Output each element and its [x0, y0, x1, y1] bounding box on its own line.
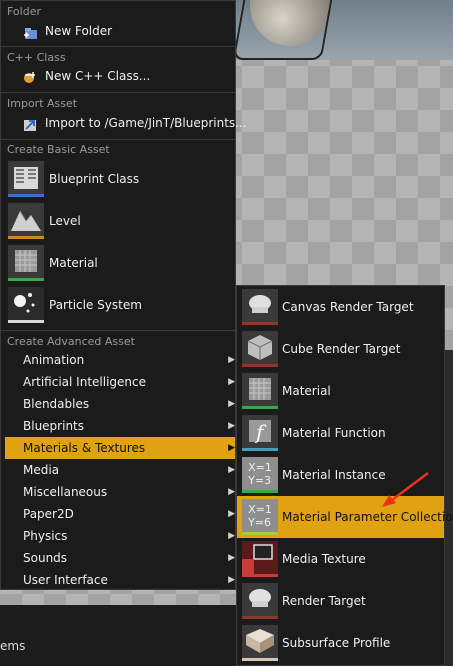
new-folder-icon	[23, 24, 39, 39]
separator	[1, 92, 235, 93]
advanced-item-animation[interactable]: Animation ▶	[5, 349, 235, 371]
material-instance-icon: X=1 Y=3	[242, 457, 278, 493]
canvas-render-target-label: Canvas Render Target	[282, 300, 414, 314]
import-asset-item[interactable]: Import to /Game/JinT/Blueprints...	[1, 111, 247, 135]
advanced-item-blueprints[interactable]: Blueprints ▶	[5, 415, 235, 437]
chevron-right-icon: ▶	[228, 377, 235, 387]
media-texture-icon	[242, 541, 278, 577]
chevron-right-icon: ▶	[228, 399, 235, 409]
section-header-folder: Folder	[7, 5, 41, 18]
advanced-item-label: Blendables	[23, 397, 90, 411]
material-item[interactable]: Material	[1, 243, 235, 285]
submenu-material-item[interactable]: Material	[237, 370, 444, 412]
blueprint-class-item[interactable]: Blueprint Class	[1, 159, 235, 201]
new-cpp-class-item[interactable]: New C++ Class...	[1, 64, 235, 88]
import-icon	[23, 116, 39, 131]
advanced-item-media[interactable]: Media ▶	[5, 459, 235, 481]
advanced-item-miscellaneous[interactable]: Miscellaneous ▶	[5, 481, 235, 503]
new-folder-item[interactable]: New Folder	[1, 19, 235, 43]
render-target-icon	[242, 583, 278, 619]
advanced-item-label: Miscellaneous	[23, 485, 108, 499]
chevron-right-icon: ▶	[228, 443, 235, 453]
advanced-item-sounds[interactable]: Sounds ▶	[5, 547, 235, 569]
material-instance-label: Material Instance	[282, 468, 386, 482]
advanced-item-physics[interactable]: Physics ▶	[5, 525, 235, 547]
advanced-item-label: Physics	[23, 529, 68, 543]
advanced-item-paper2d[interactable]: Paper2D ▶	[5, 503, 235, 525]
viewport-selection-frame	[232, 0, 333, 60]
chevron-right-icon: ▶	[228, 421, 235, 431]
advanced-item-label: Paper2D	[23, 507, 74, 521]
advanced-item-label: User Interface	[23, 573, 108, 587]
particle-system-item[interactable]: Particle System	[1, 285, 235, 327]
render-target-label: Render Target	[282, 594, 366, 608]
material-function-item[interactable]: f Material Function	[237, 412, 444, 454]
blueprint-class-icon	[8, 161, 44, 197]
canvas-render-target-icon	[242, 289, 278, 325]
separator	[1, 330, 235, 331]
chevron-right-icon: ▶	[228, 531, 235, 541]
material-label: Material	[49, 256, 98, 270]
section-header-import-asset: Import Asset	[7, 97, 78, 110]
advanced-item-user-interface[interactable]: User Interface ▶	[5, 569, 235, 591]
advanced-item-materials-textures[interactable]: Materials & Textures ▶	[5, 437, 235, 459]
media-texture-item[interactable]: Media Texture	[237, 538, 444, 580]
chevron-right-icon: ▶	[228, 553, 235, 563]
cube-render-target-item[interactable]: Cube Render Target	[237, 328, 444, 370]
import-to-label: Import to /Game/JinT/Blueprints...	[45, 116, 247, 130]
material-parameter-collection-glyph: X=1 Y=6	[248, 502, 272, 529]
material-function-label: Material Function	[282, 426, 386, 440]
section-header-advanced-asset: Create Advanced Asset	[7, 335, 135, 348]
advanced-item-label: Artificial Intelligence	[23, 375, 146, 389]
material-instance-glyph: X=1 Y=3	[248, 460, 272, 487]
cube-render-target-icon	[242, 331, 278, 367]
render-target-item[interactable]: Render Target	[237, 580, 444, 622]
cpp-class-icon	[23, 69, 39, 83]
subsurface-profile-item[interactable]: Subsurface Profile	[237, 622, 444, 664]
chevron-right-icon: ▶	[228, 509, 235, 519]
content-browser-context-menu: Folder New Folder C++ Class New C++ Clas…	[0, 0, 247, 591]
subsurface-profile-icon	[242, 625, 278, 661]
separator	[1, 46, 235, 47]
cube-render-target-label: Cube Render Target	[282, 342, 401, 356]
advanced-item-label: Media	[23, 463, 60, 477]
material-parameter-collection-icon: X=1 Y=6	[242, 499, 278, 535]
bottom-panel-label: ems	[0, 639, 26, 653]
subsurface-profile-label: Subsurface Profile	[282, 636, 391, 650]
material-function-icon: f	[242, 415, 278, 451]
advanced-item-label: Blueprints	[23, 419, 85, 433]
chevron-right-icon: ▶	[228, 355, 235, 365]
level-icon	[8, 203, 44, 239]
particle-system-icon	[8, 287, 44, 323]
chevron-right-icon: ▶	[228, 465, 235, 475]
level-item[interactable]: Level	[1, 201, 235, 243]
new-folder-label: New Folder	[45, 24, 113, 38]
media-texture-label: Media Texture	[282, 552, 366, 566]
canvas-render-target-item[interactable]: Canvas Render Target	[237, 286, 444, 328]
particle-system-label: Particle System	[49, 298, 142, 312]
level-label: Level	[49, 214, 81, 228]
advanced-item-artificial-intelligence[interactable]: Artificial Intelligence ▶	[5, 371, 235, 393]
annotation-arrow-icon	[382, 472, 429, 507]
chevron-right-icon: ▶	[228, 575, 235, 585]
blueprint-class-label: Blueprint Class	[49, 172, 140, 186]
material-icon	[242, 373, 278, 409]
advanced-item-label: Sounds	[23, 551, 68, 565]
material-icon	[8, 245, 44, 281]
separator	[1, 139, 235, 140]
section-header-basic-asset: Create Basic Asset	[7, 143, 110, 156]
advanced-item-blendables[interactable]: Blendables ▶	[5, 393, 235, 415]
submenu-material-label: Material	[282, 384, 331, 398]
new-cpp-class-label: New C++ Class...	[45, 69, 151, 83]
advanced-item-label: Animation	[23, 353, 85, 367]
advanced-item-label: Materials & Textures	[23, 441, 146, 455]
chevron-right-icon: ▶	[228, 487, 235, 497]
